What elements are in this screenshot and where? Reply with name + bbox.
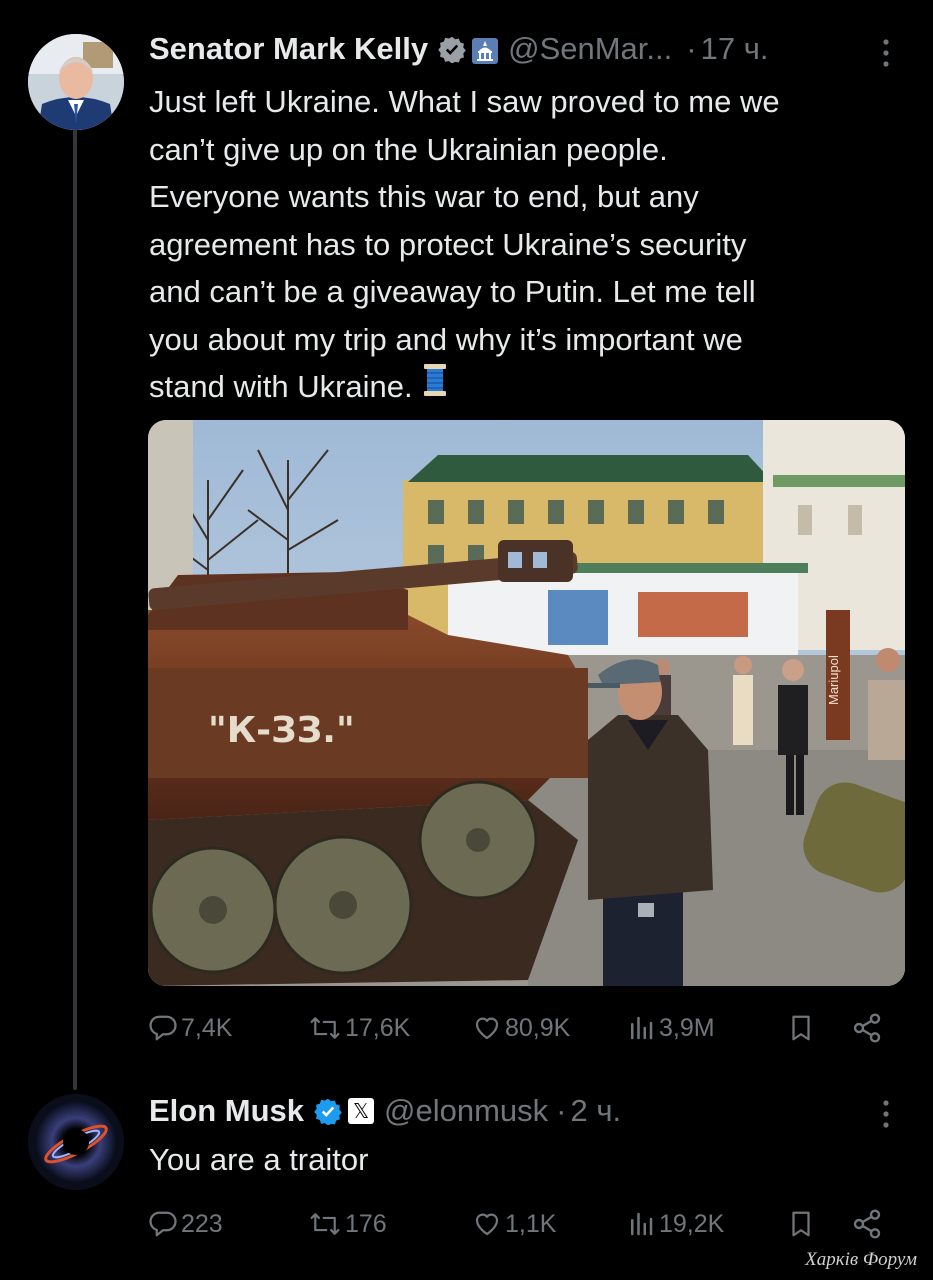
views-count: 19,2K: [659, 1209, 725, 1238]
tweet-action-bar: 7,4K 17,6K 80,9K 3,9M: [148, 1008, 908, 1048]
views-count: 3,9M: [659, 1013, 715, 1042]
heart-icon: [475, 1017, 499, 1040]
bookmark-button[interactable]: [786, 1013, 819, 1043]
views-button[interactable]: 19,2K: [626, 1209, 724, 1239]
views-bar-chart-icon: [631, 1212, 653, 1236]
avatar-mark-kelly[interactable]: [28, 34, 124, 130]
reply-more-options-icon[interactable]: [876, 1097, 896, 1136]
tweet-text-line-last: stand with Ukraine.: [149, 363, 909, 411]
repost-icon: [310, 1213, 340, 1235]
reply-count: 7,4K: [181, 1013, 233, 1042]
reply-button[interactable]: 223: [148, 1209, 223, 1239]
reply-icon: [149, 1015, 177, 1041]
separator-dot: ·: [686, 31, 697, 66]
like-count: 1,1K: [505, 1209, 557, 1238]
tweet-text-line: Just left Ukraine. What I saw proved to …: [149, 84, 780, 119]
more-options-icon[interactable]: [876, 36, 896, 75]
reply-action-bar: 223 176 1,1K 19,2K: [148, 1204, 908, 1244]
tweet-text-line: and can’t be a giveaway to Putin. Let me…: [149, 274, 756, 309]
tweet-time[interactable]: 17 ч.: [701, 31, 769, 67]
tweet-text-line: agreement has to protect Ukraine’s secur…: [149, 226, 747, 262]
share-icon: [853, 1013, 881, 1043]
author-name[interactable]: Senator Mark Kelly: [149, 31, 428, 67]
tweet-text-line: stand with Ukraine.: [149, 369, 413, 404]
repost-count: 176: [345, 1209, 387, 1238]
views-bar-chart-icon: [631, 1016, 653, 1040]
tweet-text-line: Everyone wants this war to end, but any: [149, 179, 699, 214]
tweet-header: Senator Mark Kelly @SenMar... · 17 ч.: [149, 28, 768, 70]
bookmark-button[interactable]: [786, 1209, 819, 1239]
watermark: Харків Форум: [805, 1249, 917, 1270]
share-icon: [853, 1209, 881, 1239]
government-capitol-icon: [472, 36, 499, 64]
repost-button[interactable]: 176: [308, 1209, 387, 1239]
repost-count: 17,6K: [345, 1013, 411, 1042]
share-button[interactable]: [850, 1012, 887, 1044]
like-count: 80,9K: [505, 1013, 571, 1042]
author-handle[interactable]: @SenMar...: [508, 31, 672, 67]
repost-button[interactable]: 17,6K: [308, 1013, 410, 1043]
tweet-photo[interactable]: Mariupol "К-ЗЗ.": [148, 420, 905, 986]
bookmark-icon: [792, 1015, 810, 1041]
x-affiliate-badge-icon: 𝕏: [348, 1098, 375, 1124]
verified-badge-icon: [314, 1097, 342, 1126]
bookmark-icon: [792, 1211, 810, 1237]
tweet-text: Just left Ukraine. What I saw proved to …: [149, 78, 909, 411]
avatar-elon-musk[interactable]: [28, 1094, 124, 1190]
tweet-text-line: you about my trip and why it’s important…: [149, 321, 743, 357]
reply-count: 223: [181, 1209, 223, 1238]
views-button[interactable]: 3,9M: [626, 1013, 715, 1043]
repost-icon: [310, 1017, 340, 1039]
heart-icon: [475, 1213, 499, 1236]
mariupol-sign-text: Mariupol: [826, 655, 841, 705]
verified-badge-icon: [438, 35, 466, 64]
reply-header: Elon Musk 𝕏 @elonmusk · 2 ч.: [149, 1090, 621, 1132]
like-button[interactable]: 80,9K: [472, 1013, 570, 1043]
tweet-text-line: can’t give up on the Ukrainian people.: [149, 131, 668, 167]
tank-graffiti: "К-ЗЗ.": [208, 710, 355, 751]
share-button[interactable]: [850, 1208, 887, 1240]
like-button[interactable]: 1,1K: [472, 1209, 556, 1239]
reply-author-name[interactable]: Elon Musk: [149, 1093, 304, 1129]
spool-of-thread-icon: [423, 363, 447, 411]
reply-button[interactable]: 7,4K: [148, 1013, 232, 1043]
separator-dot: ·: [556, 1093, 567, 1128]
thread-line: [73, 128, 77, 1090]
reply-time[interactable]: 2 ч.: [571, 1093, 622, 1129]
reply-text: You are a traitor: [149, 1142, 369, 1177]
reply-author-handle[interactable]: @elonmusk: [384, 1093, 548, 1129]
reply-icon: [149, 1211, 177, 1237]
